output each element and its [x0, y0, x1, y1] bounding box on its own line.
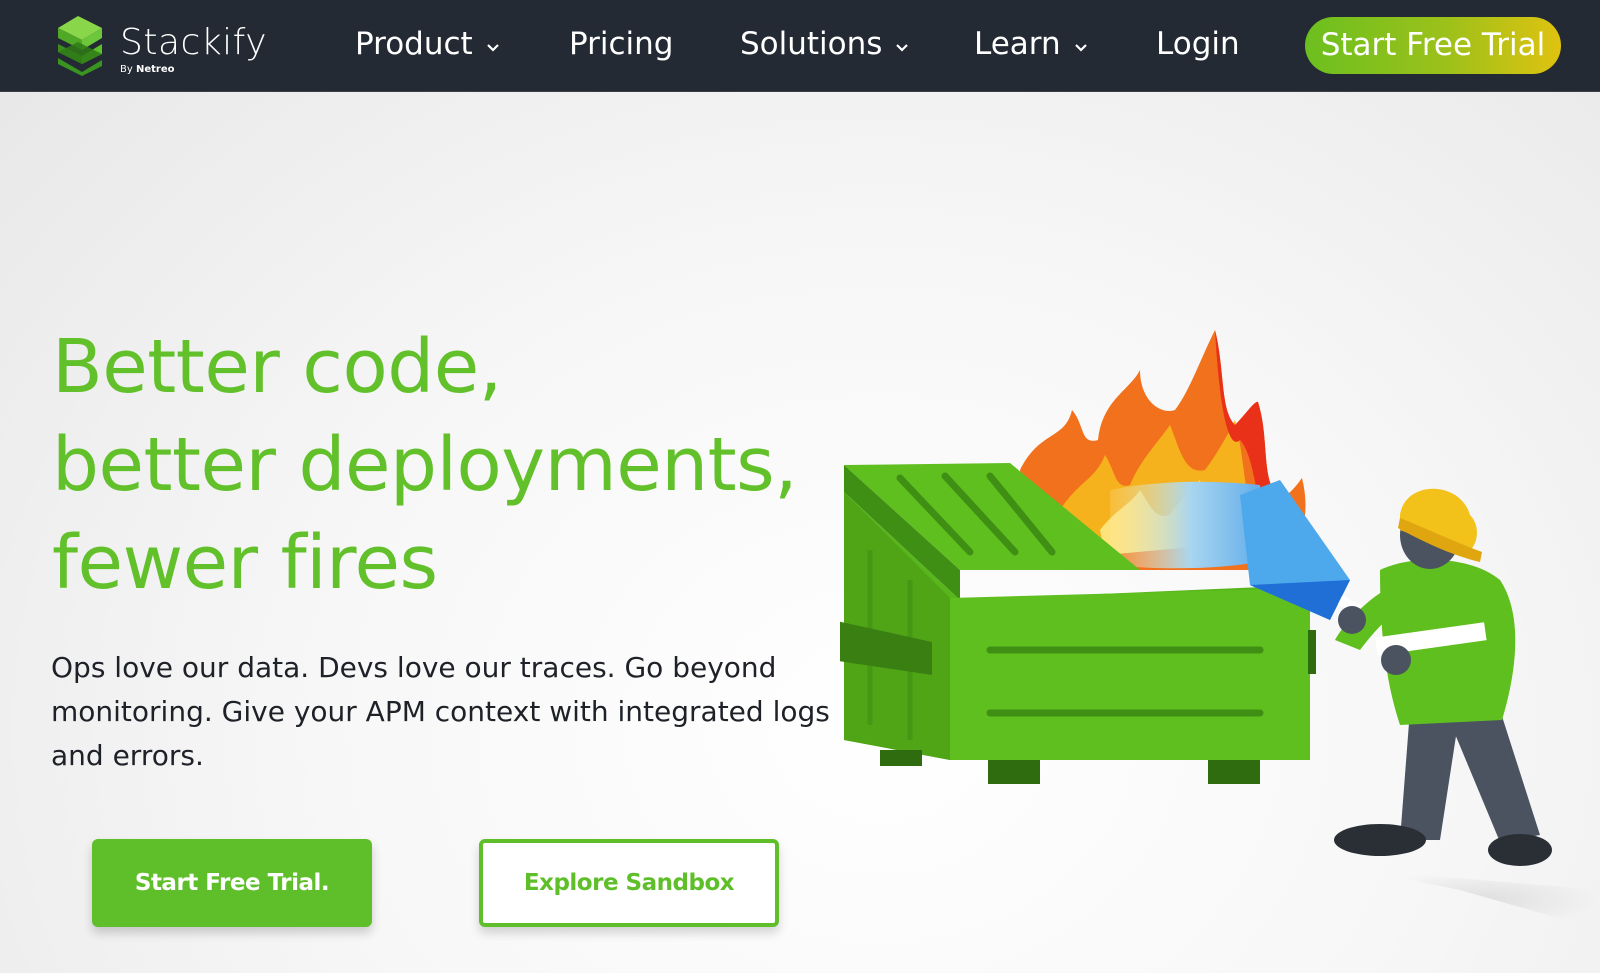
stackify-logo[interactable]: Stackify By Netreo [58, 16, 267, 80]
nav-item-label: Login [1156, 26, 1240, 62]
nav-item-solutions[interactable]: Solutions [740, 20, 909, 66]
logo-by-text: By [120, 64, 133, 75]
hero-subtext: Ops love our data. Devs love our traces.… [51, 651, 830, 772]
logo-netreo-text: Netreo [135, 64, 175, 75]
logo-wordmark: Stackify [120, 22, 268, 63]
nav-item-pricing[interactable]: Pricing [569, 22, 674, 66]
nav-item-label: Solutions [740, 26, 883, 62]
nav-item-product[interactable]: Product [355, 22, 499, 66]
nav-item-label: Learn [974, 26, 1061, 62]
logo-byline: By Netreo [120, 64, 174, 75]
headline-line-1: Better code, [52, 324, 502, 410]
headline-line-3: fewer fires [52, 520, 438, 606]
headline-line-2: better deployments, [52, 422, 798, 508]
nav-item-label: Pricing [569, 26, 674, 62]
chevron-down-icon [486, 20, 499, 64]
firefighter [1334, 488, 1552, 866]
nav-item-login[interactable]: Login [1156, 22, 1240, 66]
nav-item-learn[interactable]: Learn [974, 22, 1087, 66]
chevron-down-icon [1074, 20, 1087, 64]
nav-item-label: Product [355, 26, 473, 62]
firefighter-dumpster-fire-illustration [840, 330, 1600, 930]
start-free-trial-nav-button[interactable]: Start Free Trial [1305, 17, 1561, 74]
start-free-trial-button[interactable]: Start Free Trial. [92, 839, 372, 927]
hero-headline: Better code, better deployments, fewer f… [52, 318, 798, 612]
explore-sandbox-button[interactable]: Explore Sandbox [479, 839, 779, 927]
chevron-down-icon [896, 20, 909, 64]
top-nav: Stackify By Netreo Product Pricing Solut… [0, 0, 1600, 92]
stackify-logo-icon [58, 16, 102, 76]
